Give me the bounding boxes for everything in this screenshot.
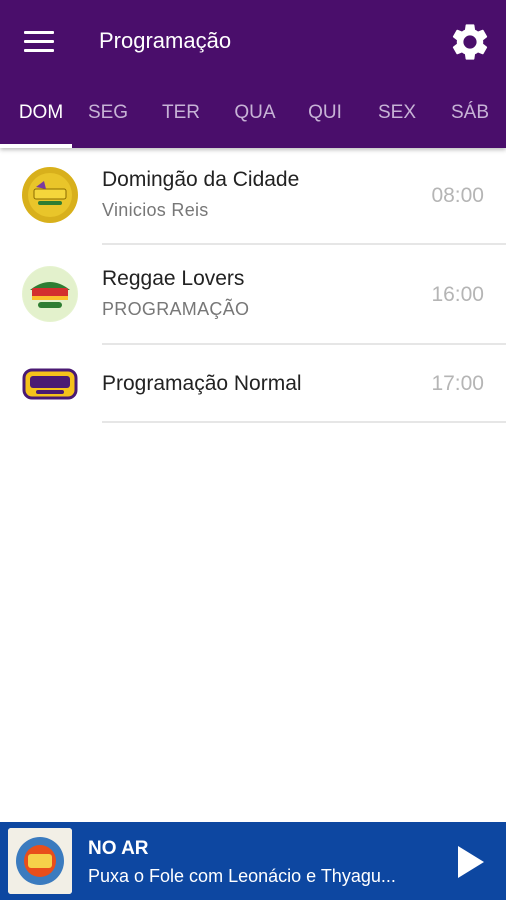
now-playing-track: Puxa o Fole com Leonácio e Thyagu... xyxy=(88,866,396,886)
now-playing-label: NO AR xyxy=(88,838,149,859)
schedule-item-domingao[interactable]: Domingão da Cidade Vinicios Reis 08:00 xyxy=(0,148,506,246)
schedule-item-title: Domingão da Cidade xyxy=(102,168,300,191)
tab-dom[interactable]: DOM xyxy=(6,102,76,124)
app-bar: Programação DOM SEG TER QUA QUI SEX SÁB xyxy=(0,0,506,148)
schedule-item-time: 17:00 xyxy=(431,372,484,395)
divider xyxy=(102,243,506,245)
menu-icon[interactable] xyxy=(22,28,58,56)
day-tabs: DOM SEG TER QUA QUI SEX SÁB xyxy=(0,84,506,148)
show-logo-reggae xyxy=(22,266,78,322)
now-playing-bar[interactable]: NO AR Puxa o Fole com Leonácio e Thyagu.… xyxy=(0,822,506,900)
now-playing-artwork xyxy=(8,828,72,894)
tab-sab[interactable]: SÁB xyxy=(435,102,505,124)
schedule-item-title: Programação Normal xyxy=(102,372,302,395)
show-logo-domingao xyxy=(22,167,78,223)
schedule-item-host: PROGRAMAÇÃO xyxy=(102,299,250,319)
schedule-item-title: Reggae Lovers xyxy=(102,267,245,290)
gear-icon[interactable] xyxy=(448,20,492,64)
tab-qua[interactable]: QUA xyxy=(220,102,290,124)
page-title: Programação xyxy=(99,28,232,53)
schedule-item-host: Vinicios Reis xyxy=(102,200,209,220)
schedule-item-time: 16:00 xyxy=(431,283,484,306)
tab-ter[interactable]: TER xyxy=(146,102,216,124)
divider xyxy=(102,421,506,423)
schedule-item-reggae[interactable]: Reggae Lovers PROGRAMAÇÃO 16:00 xyxy=(0,246,506,346)
tab-seg[interactable]: SEG xyxy=(73,102,143,124)
show-logo-cidade xyxy=(22,356,78,412)
tab-sex[interactable]: SEX xyxy=(362,102,432,124)
toolbar: Programação xyxy=(0,0,506,84)
schedule-item-time: 08:00 xyxy=(431,184,484,207)
divider xyxy=(102,343,506,345)
schedule-item-programacao-normal[interactable]: Programação Normal 17:00 xyxy=(0,346,506,426)
play-icon[interactable] xyxy=(450,842,490,882)
tab-qui[interactable]: QUI xyxy=(290,102,360,124)
